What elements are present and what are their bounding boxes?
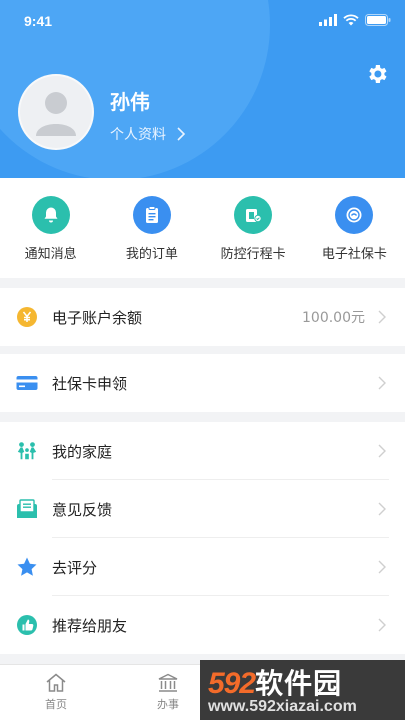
recommend-label: 推荐给朋友 [52, 616, 128, 635]
rate-app-row[interactable]: 去评分 [0, 538, 405, 596]
star-icon [16, 556, 38, 578]
watermark-number: 592 [208, 667, 256, 700]
tab-home[interactable]: 首页 [0, 665, 112, 720]
status-time: 9:41 [24, 13, 53, 29]
profile-link-label: 个人资料 [110, 127, 166, 143]
signal-icon [319, 14, 337, 26]
yuan-coin-icon [16, 306, 38, 328]
family-icon [16, 440, 38, 462]
my-family-label: 我的家庭 [52, 442, 113, 461]
settings-gear-icon[interactable] [365, 62, 389, 86]
bell-icon [31, 196, 70, 234]
avatar[interactable] [18, 74, 94, 150]
travel-card-icon [234, 196, 273, 234]
government-building-icon [158, 673, 178, 692]
balance-value: 100.00元 [302, 310, 365, 326]
balance-card: 电子账户余额 100.00元 [0, 288, 405, 346]
default-user-icon [36, 92, 76, 136]
more-options-card: 我的家庭 意见反馈 去评分 推荐给朋友 [0, 422, 405, 654]
status-icons [319, 14, 391, 26]
shortcut-label: 电子社保卡 [321, 247, 387, 262]
my-family-row[interactable]: 我的家庭 [0, 422, 405, 480]
shortcut-travel-card[interactable]: 防控行程卡 [203, 178, 304, 278]
battery-icon [365, 14, 391, 26]
social-card-apply-label: 社保卡申领 [52, 374, 128, 393]
chevron-right-icon [378, 560, 386, 574]
wifi-icon [343, 14, 359, 26]
status-bar: 9:41 [0, 0, 405, 40]
feedback-icon [16, 498, 38, 520]
watermark-brand: 软件园 [255, 668, 343, 699]
feedback-row[interactable]: 意见反馈 [0, 480, 405, 538]
watermark-logo: 592软件园 [208, 662, 342, 702]
chevron-right-icon [378, 618, 386, 632]
watermark-url: www.592xiazai.com [208, 698, 357, 715]
chevron-right-icon [378, 502, 386, 516]
social-card-apply-card: 社保卡申领 [0, 354, 405, 412]
shortcut-grid: 通知消息 我的订单 防控行程卡 电子社保卡 [0, 178, 405, 278]
watermark: 592软件园 www.592xiazai.com [200, 660, 405, 720]
tab-label: 办事 [157, 698, 179, 711]
shortcut-label: 通知消息 [24, 247, 77, 262]
chevron-right-icon [378, 444, 386, 458]
profile-page: 9:41 孙伟 个人资料 通知消息 我的订单 防控行程卡 电子社保卡 电子账户余… [0, 0, 405, 720]
recommend-row[interactable]: 推荐给朋友 [0, 596, 405, 654]
feedback-label: 意见反馈 [52, 500, 113, 519]
social-card-apply-row[interactable]: 社保卡申领 [0, 354, 405, 412]
chevron-right-icon [378, 376, 386, 390]
shortcut-label: 我的订单 [125, 247, 178, 262]
profile-details-link[interactable]: 个人资料 [110, 124, 186, 144]
card-icon [16, 372, 38, 394]
order-list-icon [132, 196, 171, 234]
user-name: 孙伟 [110, 90, 150, 114]
thumbs-up-icon [16, 614, 38, 636]
account-balance-row[interactable]: 电子账户余额 100.00元 [0, 288, 405, 346]
shortcut-notifications[interactable]: 通知消息 [0, 178, 101, 278]
social-security-card-icon [335, 196, 374, 234]
profile-header: 9:41 孙伟 个人资料 [0, 0, 405, 178]
chevron-right-icon [177, 127, 186, 141]
shortcut-my-orders[interactable]: 我的订单 [101, 178, 202, 278]
rate-app-label: 去评分 [52, 558, 98, 577]
chevron-right-icon [378, 310, 386, 324]
shortcut-label: 防控行程卡 [220, 247, 286, 262]
tab-label: 首页 [45, 698, 67, 711]
home-icon [46, 673, 66, 692]
balance-label: 电子账户余额 [52, 308, 143, 327]
shortcut-social-security-card[interactable]: 电子社保卡 [304, 178, 405, 278]
